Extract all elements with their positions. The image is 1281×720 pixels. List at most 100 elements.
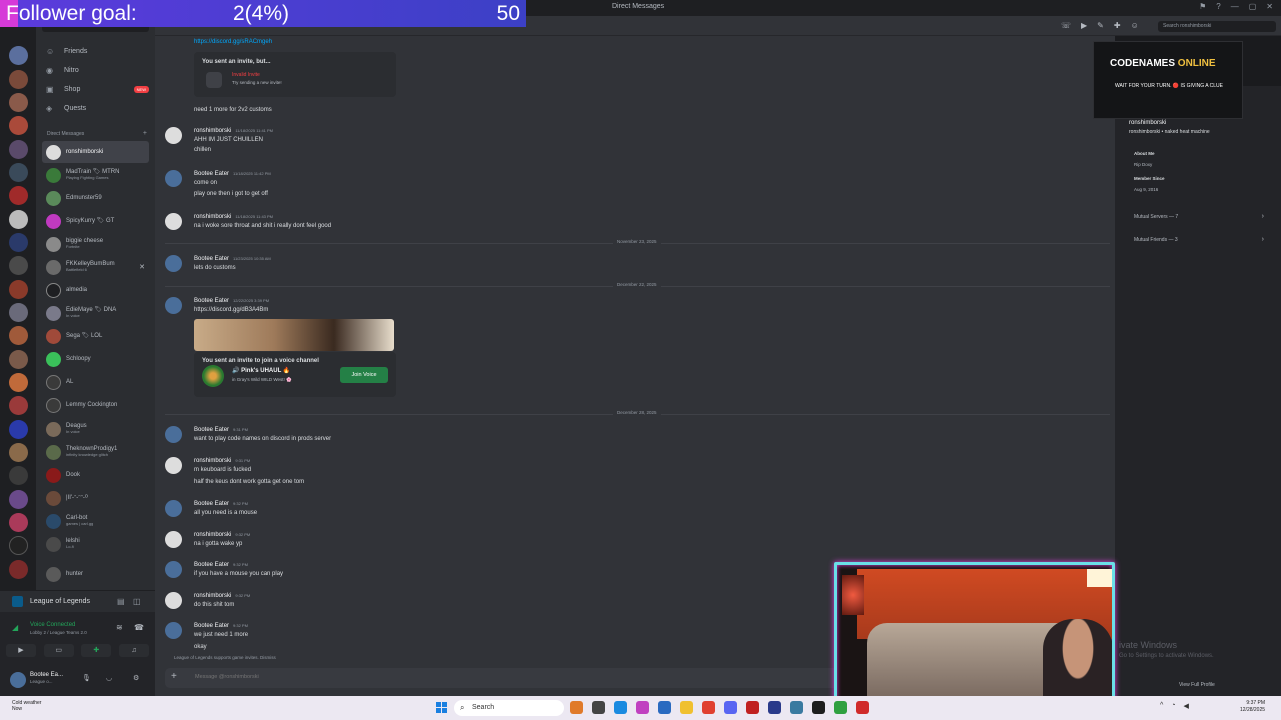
mutual-servers-row[interactable]: Mutual Servers — 7 › — [1134, 213, 1264, 220]
message-link[interactable]: https://discord.gg/dB3A4Bm — [194, 307, 268, 313]
dm-item[interactable]: |ΙΙ'-ᵔ-ᵔᵔ-ᴼ — [42, 487, 149, 509]
dm-item[interactable]: AL — [42, 371, 149, 393]
inbox-icon[interactable]: ⚑ — [1199, 2, 1206, 11]
maximize-icon[interactable]: ▢ — [1249, 2, 1257, 11]
nav-shop[interactable]: ▣ Shop NEW — [42, 81, 149, 98]
server-icon[interactable] — [9, 373, 28, 392]
server-icon[interactable] — [9, 70, 28, 89]
dm-item[interactable]: Schloopy — [42, 348, 149, 370]
app-icon[interactable] — [570, 701, 583, 714]
dm-item[interactable]: biggie cheese Fortnite — [42, 233, 149, 255]
app-icon[interactable] — [856, 701, 869, 714]
message-author[interactable]: Bootee Eater — [194, 256, 229, 262]
app-icon[interactable] — [636, 701, 649, 714]
message-author[interactable]: Bootee Eater — [194, 562, 229, 568]
dm-item[interactable]: Edmunster59 — [42, 187, 149, 209]
avatar[interactable] — [165, 297, 182, 314]
avatar[interactable] — [165, 561, 182, 578]
nav-nitro[interactable]: ◉ Nitro — [42, 62, 149, 79]
message-author[interactable]: ronshimborski — [194, 128, 231, 134]
server-icon[interactable] — [9, 466, 28, 485]
help-icon[interactable]: ? — [1216, 2, 1220, 11]
server-icon[interactable] — [9, 536, 28, 555]
server-icon[interactable] — [9, 233, 28, 252]
dm-item[interactable]: SpicyKurry 🏷 GT — [42, 210, 149, 232]
avatar[interactable] — [165, 213, 182, 230]
soundboard-icon[interactable]: ♫ — [118, 644, 149, 657]
view-full-profile-link[interactable]: View Full Profile — [1179, 682, 1215, 688]
game-invite-icon[interactable]: ▤ — [117, 597, 125, 606]
avatar[interactable] — [165, 255, 182, 272]
network-icon[interactable]: ◔ — [1171, 702, 1175, 710]
taskbar-search[interactable]: ⌕ Search — [454, 700, 564, 716]
settings-icon[interactable]: ⚙ — [133, 674, 139, 682]
avatar[interactable] — [165, 592, 182, 609]
dm-item[interactable]: FKKelleyBumBum Battlefield 6 ✕ — [42, 256, 149, 278]
taskbar-clock[interactable]: 9:37 PM 12/28/2025 — [1240, 700, 1265, 714]
dm-item[interactable]: MadTrain 🏷 MTRN Playing Fighting Games — [42, 164, 149, 186]
server-icon[interactable] — [9, 93, 28, 112]
headphones-icon[interactable]: ◡ — [106, 674, 112, 682]
noise-suppression-icon[interactable]: ≋ — [116, 623, 123, 632]
avatar[interactable] — [165, 622, 182, 639]
app-icon[interactable] — [834, 701, 847, 714]
nav-quests[interactable]: ◈ Quests — [42, 100, 149, 117]
dm-item[interactable]: TheknownProdigy1 infinity knowledge glitc… — [42, 441, 149, 463]
avatar[interactable] — [165, 426, 182, 443]
server-icon[interactable] — [9, 420, 28, 439]
dm-item[interactable]: Carl-bot games | carl.gg — [42, 510, 149, 532]
message-link[interactable]: https://discord.gg/sRACmgeh — [194, 39, 272, 45]
close-icon[interactable]: ✕ — [1266, 2, 1273, 11]
chat-search-input[interactable]: Search ronshimborski — [1158, 21, 1276, 32]
server-icon[interactable] — [9, 280, 28, 299]
app-icon[interactable] — [768, 701, 781, 714]
message-author[interactable]: Bootee Eater — [194, 298, 229, 304]
dm-item[interactable]: almedia — [42, 279, 149, 301]
disconnect-icon[interactable]: ☎ — [134, 623, 144, 632]
dm-item[interactable]: hunter — [42, 563, 149, 585]
profile-toggle-icon[interactable]: ☺ — [1131, 21, 1139, 30]
server-icon[interactable] — [9, 46, 28, 65]
server-icon[interactable] — [9, 140, 28, 159]
start-icon[interactable] — [436, 702, 447, 713]
dm-item[interactable]: Sega 🏷 LOL — [42, 325, 149, 347]
file-explorer-icon[interactable] — [680, 701, 693, 714]
dm-item[interactable]: EdieMaye 🏷 DNA In voice — [42, 302, 149, 324]
avatar[interactable] — [165, 170, 182, 187]
server-icon[interactable] — [9, 443, 28, 462]
avatar[interactable] — [10, 672, 26, 688]
app-icon[interactable] — [790, 701, 803, 714]
message-input[interactable] — [195, 674, 595, 680]
server-icon[interactable] — [9, 560, 28, 579]
server-icon[interactable] — [9, 490, 28, 509]
close-dm-icon[interactable]: ✕ — [139, 263, 145, 271]
message-author[interactable]: Bootee Eater — [194, 171, 229, 177]
voice-status[interactable]: Voice Connected — [30, 622, 75, 628]
dm-item[interactable]: Lemmy Cockington — [42, 394, 149, 416]
dm-item[interactable]: Dook — [42, 464, 149, 486]
avatar[interactable] — [165, 500, 182, 517]
game-overlay-icon[interactable]: ◫ — [133, 597, 141, 606]
server-icon[interactable] — [9, 513, 28, 532]
activities-icon[interactable]: ✚ — [81, 644, 112, 657]
discord-icon[interactable] — [724, 701, 737, 714]
dm-item[interactable]: Deagus In voice — [42, 418, 149, 440]
task-view-icon[interactable] — [592, 701, 605, 714]
server-icon[interactable] — [9, 210, 28, 229]
server-icon[interactable] — [9, 186, 28, 205]
mutual-friends-row[interactable]: Mutual Friends — 3 › — [1134, 236, 1264, 243]
message-author[interactable]: Bootee Eater — [194, 501, 229, 507]
screen-share-icon[interactable]: ▭ — [43, 644, 74, 657]
message-author[interactable]: ronshimborski — [194, 593, 231, 599]
server-icon[interactable] — [9, 350, 28, 369]
voice-channel[interactable]: Lobby 2 / League Teams 2.0 — [30, 630, 87, 635]
edge-icon[interactable] — [614, 701, 627, 714]
server-icon[interactable] — [9, 163, 28, 182]
avatar[interactable] — [165, 457, 182, 474]
message-author[interactable]: Bootee Eater — [194, 427, 229, 433]
avatar[interactable] — [165, 531, 182, 548]
join-voice-button[interactable]: Join Voice — [340, 367, 388, 383]
app-icon[interactable] — [746, 701, 759, 714]
message-author[interactable]: ronshimborski — [194, 214, 231, 220]
chevron-up-icon[interactable]: ^ — [1160, 702, 1163, 710]
